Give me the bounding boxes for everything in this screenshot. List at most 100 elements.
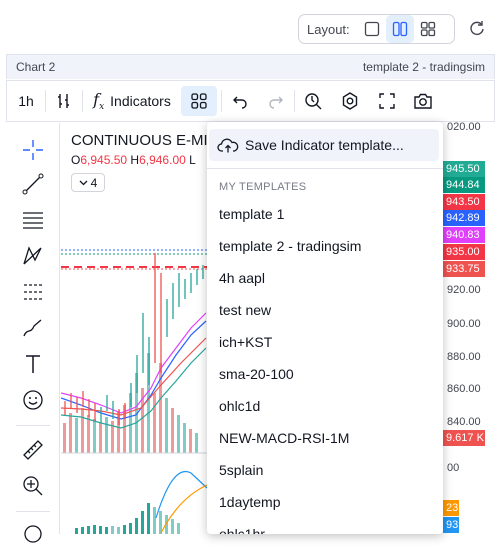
ohlc-values: O6,945.50 H6,946.00 L bbox=[71, 153, 196, 167]
pattern-tool[interactable] bbox=[20, 243, 46, 269]
gear-icon bbox=[342, 92, 358, 110]
crosshair-tool[interactable] bbox=[20, 137, 46, 163]
two-column-layout-icon bbox=[392, 21, 407, 37]
redo-button[interactable] bbox=[258, 86, 294, 116]
price-axis-label: 880.00 bbox=[447, 351, 481, 363]
chart-template-name: template 2 - tradingsim bbox=[362, 60, 485, 74]
price-axis-label: 860.00 bbox=[447, 383, 481, 395]
template-item[interactable]: test new bbox=[219, 302, 271, 318]
template-item[interactable]: 4h aapl bbox=[219, 270, 265, 286]
indicators-label: Indicators bbox=[110, 93, 171, 109]
open-prefix: O bbox=[71, 153, 81, 167]
redo-icon bbox=[269, 96, 283, 109]
ruler-icon bbox=[23, 440, 43, 460]
chevron-down-icon bbox=[79, 180, 88, 185]
grid-layout-icon bbox=[420, 21, 435, 37]
single-layout-button[interactable] bbox=[358, 15, 386, 43]
function-icon: fx bbox=[93, 89, 105, 113]
candles-icon bbox=[58, 94, 69, 108]
indicator-templates-menu: Save Indicator template... MY TEMPLATES … bbox=[207, 122, 443, 534]
high-prefix: H bbox=[130, 153, 140, 167]
open-value: 6,945.50 bbox=[80, 153, 128, 167]
chart-type-button[interactable] bbox=[46, 86, 82, 116]
interval-button[interactable]: 1h bbox=[7, 86, 45, 116]
forecast-icon bbox=[24, 284, 42, 300]
drawing-toolbar bbox=[6, 123, 60, 543]
price-tag: 933.75 bbox=[443, 261, 485, 277]
chart-header: Chart 2 template 2 - tradingsim bbox=[6, 54, 495, 79]
settings-button[interactable] bbox=[331, 86, 369, 116]
price-axis-label: 840.00 bbox=[447, 416, 481, 428]
grid-layout-button[interactable] bbox=[414, 15, 442, 43]
price-axis-label: 020.00 bbox=[447, 121, 481, 133]
alert-button[interactable] bbox=[295, 86, 331, 116]
pattern-icon bbox=[23, 246, 42, 265]
price-axis-label: 00 bbox=[447, 462, 460, 474]
template-item[interactable]: 1daytemp bbox=[219, 494, 280, 510]
template-item[interactable]: template 1 bbox=[219, 206, 284, 222]
two-column-layout-button[interactable] bbox=[385, 15, 414, 43]
indicator-templates-button[interactable] bbox=[181, 86, 217, 116]
templates-grid-icon bbox=[191, 93, 207, 109]
chart-toolbar: 1h fx Indicators bbox=[6, 80, 495, 122]
price-tag: 943.50 bbox=[443, 194, 485, 210]
horizontal-lines-icon bbox=[23, 212, 43, 229]
undo-icon bbox=[233, 96, 247, 109]
top-bar: Layout: bbox=[0, 0, 503, 52]
price-tag: 945.50 bbox=[443, 161, 485, 177]
template-item[interactable]: ich+KST bbox=[219, 334, 272, 350]
screenshot-button[interactable] bbox=[405, 86, 441, 116]
oscillator-tag: 93 bbox=[443, 517, 459, 533]
template-item[interactable]: ohlc1d bbox=[219, 398, 260, 414]
layout-label: Layout: bbox=[307, 21, 350, 37]
price-axis[interactable]: 020.00 920.00 900.00 880.00 860.00 840.0… bbox=[443, 121, 495, 534]
emoji-tool[interactable] bbox=[20, 387, 46, 413]
undo-button[interactable] bbox=[222, 86, 258, 116]
zoom-in-icon bbox=[23, 476, 43, 496]
symbol-title[interactable]: CONTINUOUS E-MIN bbox=[71, 132, 219, 149]
indicator-count: 4 bbox=[90, 175, 98, 190]
cloud-upload-icon bbox=[217, 138, 239, 153]
toolbar-divider bbox=[16, 425, 50, 426]
brush-tool[interactable] bbox=[20, 315, 46, 341]
low-prefix: L bbox=[189, 153, 196, 167]
template-item[interactable]: ohlc1hr bbox=[219, 526, 265, 534]
magnet-tool[interactable] bbox=[20, 521, 46, 547]
zoom-tool[interactable] bbox=[20, 473, 46, 499]
magnet-icon bbox=[24, 525, 42, 543]
save-indicator-template-button[interactable]: Save Indicator template... bbox=[209, 129, 439, 161]
smiley-icon bbox=[23, 390, 43, 410]
save-indicator-template-label: Save Indicator template... bbox=[245, 137, 404, 153]
trend-line-icon bbox=[22, 173, 44, 195]
text-icon bbox=[26, 355, 40, 373]
price-tag: 940.83 bbox=[443, 227, 485, 243]
measure-tool[interactable] bbox=[20, 437, 46, 463]
indicator-collapse-button[interactable]: 4 bbox=[71, 173, 105, 192]
menu-divider bbox=[207, 168, 443, 169]
fullscreen-button[interactable] bbox=[369, 86, 405, 116]
trend-line-tool[interactable] bbox=[20, 171, 46, 197]
fib-tool[interactable] bbox=[20, 207, 46, 233]
price-axis-label: 900.00 bbox=[447, 318, 481, 330]
price-tag: 944.84 bbox=[443, 177, 485, 193]
chart-title: Chart 2 bbox=[16, 60, 56, 74]
alert-zoom-icon bbox=[305, 93, 322, 110]
brush-icon bbox=[23, 319, 42, 337]
layout-selector: Layout: bbox=[298, 14, 455, 44]
my-templates-heading: MY TEMPLATES bbox=[219, 181, 307, 193]
price-tag: 942.89 bbox=[443, 210, 485, 226]
indicators-button[interactable]: fx Indicators bbox=[83, 86, 181, 116]
template-item[interactable]: NEW-MACD-RSI-1M bbox=[219, 430, 349, 446]
price-tag: 935.00 bbox=[443, 244, 485, 260]
forecast-tool[interactable] bbox=[20, 279, 46, 305]
refresh-icon bbox=[470, 21, 484, 35]
template-item[interactable]: template 2 - tradingsim bbox=[219, 238, 361, 254]
oscillator-pane bbox=[75, 470, 208, 534]
template-item[interactable]: 5splain bbox=[219, 462, 263, 478]
camera-icon bbox=[414, 93, 432, 109]
crosshair-icon bbox=[23, 140, 43, 160]
text-tool[interactable] bbox=[20, 351, 46, 377]
volume-tag: 9.617 K bbox=[443, 430, 485, 446]
sync-button[interactable] bbox=[466, 17, 488, 39]
template-item[interactable]: sma-20-100 bbox=[219, 366, 294, 382]
